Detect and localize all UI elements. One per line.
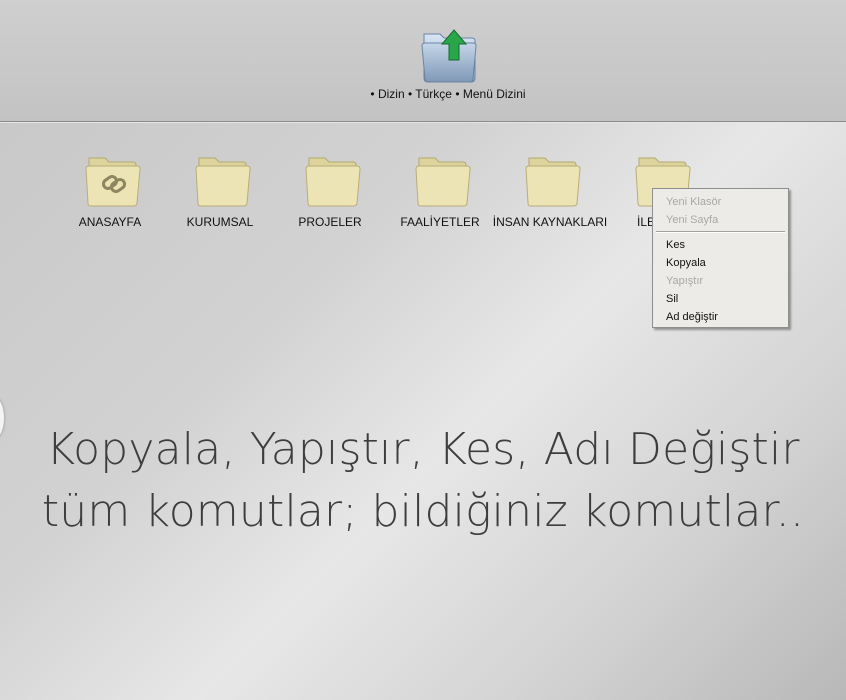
breadcrumb-item-turkce[interactable]: • Türkçe [408,87,452,101]
menu-item-yeni-sayfa[interactable]: Yeni Sayfa [666,212,718,228]
folder-item-insan-kaynaklari[interactable]: İNSAN KAYNAKLARI [487,154,613,234]
breadcrumb: • Dizin • Türkçe • Menü Dizini [0,87,846,101]
menu-separator [656,231,785,233]
folder-label: FAALİYETLER [400,215,480,229]
folder-item-projeler[interactable]: PROJELER [267,154,393,234]
menu-item-kes[interactable]: Kes [666,237,685,253]
breadcrumb-item-menu-dizini[interactable]: • Menü Dizini [455,87,525,101]
context-menu: Yeni Klasör Yeni Sayfa Kes Kopyala Yapış… [652,188,789,328]
breadcrumb-item-dizin[interactable]: • Dizin [370,87,404,101]
folder-icon [415,157,471,207]
folder-item-iletisim[interactable]: İLE [597,154,691,234]
menu-item-yeni-klasor[interactable]: Yeni Klasör [666,194,721,210]
folder-label: ANASAYFA [78,215,142,229]
folder-item-anasayfa[interactable]: ANASAYFA [47,154,173,234]
header-bar: • Dizin • Türkçe • Menü Dizini [0,0,846,122]
tagline-line-2: tüm komutlar; bildiğiniz komutlar.. [41,486,805,537]
folder-label: KURUMSAL [186,215,254,229]
tagline-line-1: Kopyala, Yapıştır, Kes, Adı Değiştir [46,424,800,475]
folder-icon [305,157,361,207]
menu-item-yapistir[interactable]: Yapıştır [666,273,703,289]
menu-item-kopyala[interactable]: Kopyala [666,255,706,271]
folder-item-kurumsal[interactable]: KURUMSAL [157,154,283,234]
folder-item-faaliyetler[interactable]: FAALİYETLER [377,154,503,234]
folder-icon [525,157,581,207]
folder-label: İNSAN KAYNAKLARI [492,215,608,229]
folder-icon [195,157,251,207]
folder-link-icon [85,157,141,207]
menu-item-sil[interactable]: Sil [666,291,678,307]
menu-item-ad-degistir[interactable]: Ad değiştir [666,309,718,325]
folder-up-arrow-icon[interactable] [420,24,478,86]
folder-label: PROJELER [298,215,362,229]
